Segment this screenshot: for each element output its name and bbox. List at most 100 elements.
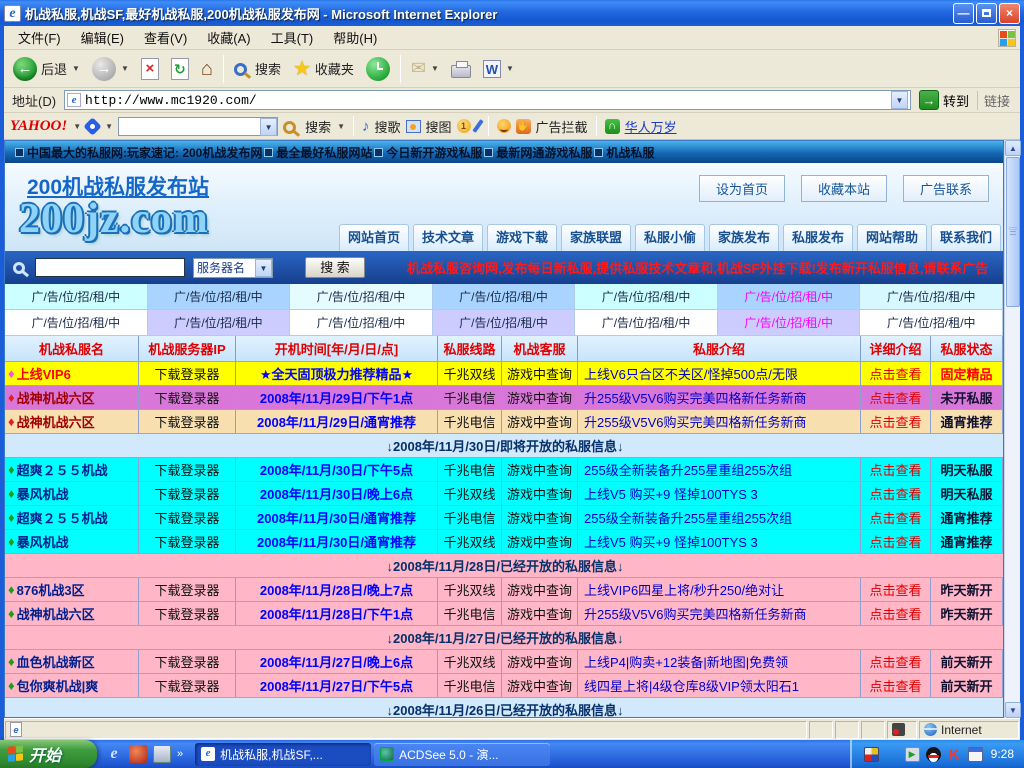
highlight-pen-icon[interactable] — [472, 119, 483, 133]
detail-link[interactable]: 点击查看 — [861, 458, 931, 481]
ad-slot[interactable]: 广/告/位/招/租/中 — [148, 284, 291, 310]
server-name-link[interactable]: 包你爽机战|爽 — [17, 676, 99, 695]
promo-link[interactable]: 华人万岁 — [625, 117, 677, 136]
download-launcher-link[interactable]: 下载登录器 — [139, 386, 236, 409]
vertical-scrollbar[interactable]: ▲ ▼ — [1004, 140, 1020, 718]
edit-dropdown-icon[interactable]: ▼ — [506, 64, 514, 73]
alert-bell-icon[interactable]: 1 — [457, 119, 471, 133]
server-name-link[interactable]: 超爽２５５机战 — [17, 508, 108, 527]
start-button[interactable]: 开始 — [0, 740, 97, 768]
tray-icon-scheduler[interactable] — [968, 747, 983, 762]
back-button[interactable]: ← 后退 ▼ — [8, 55, 85, 83]
address-input[interactable]: e http://www.mc1920.com/ ▼ — [64, 90, 911, 110]
download-launcher-link[interactable]: 下载登录器 — [139, 530, 236, 553]
tray-icon-qq[interactable] — [926, 747, 941, 762]
mail-dropdown-icon[interactable]: ▼ — [431, 64, 439, 73]
server-name-link[interactable]: 暴风机战 — [17, 484, 69, 503]
scroll-up-icon[interactable]: ▲ — [1005, 140, 1021, 156]
download-launcher-link[interactable]: 下载登录器 — [139, 650, 236, 673]
image-search-button[interactable]: 搜图 — [426, 117, 452, 136]
address-dropdown-icon[interactable]: ▼ — [891, 91, 908, 109]
ad-slot[interactable]: 广/告/位/招/租/中 — [5, 284, 148, 310]
ad-slot[interactable]: 广/告/位/招/租/中 — [290, 310, 433, 336]
yahoo-search-button[interactable]: 搜索 — [305, 117, 331, 136]
nav-tab[interactable]: 私服发布 — [783, 224, 853, 251]
menu-item[interactable]: 文件(F) — [8, 25, 71, 50]
ad-slot[interactable]: 广/告/位/招/租/中 — [718, 284, 861, 310]
assistant-dropdown-icon[interactable]: ▼ — [105, 122, 113, 131]
menu-item[interactable]: 收藏(A) — [197, 25, 260, 50]
taskbar-task-button[interactable]: e机战私服,机战SF,... — [195, 743, 371, 766]
quick-launch-player-icon[interactable] — [129, 745, 147, 763]
server-name-link[interactable]: 血色机战新区 — [17, 652, 95, 671]
server-name-link[interactable]: 876机战3区 — [17, 580, 85, 599]
detail-link[interactable]: 点击查看 — [861, 650, 931, 673]
server-search-input[interactable] — [35, 258, 185, 277]
marquee-link[interactable]: 今日新开游戏私服 — [372, 144, 482, 161]
tray-icon-kaspersky[interactable]: K — [947, 747, 962, 762]
maximize-button[interactable] — [976, 3, 997, 24]
close-button[interactable]: × — [999, 3, 1020, 24]
yahoo-dropdown-icon[interactable]: ▼ — [73, 122, 81, 131]
yahoo-search-dropdown-icon[interactable]: ▼ — [260, 118, 277, 136]
detail-link[interactable]: 点击查看 — [861, 578, 931, 601]
quick-launch-overflow-icon[interactable]: » — [177, 748, 183, 760]
detail-link[interactable]: 点击查看 — [861, 386, 931, 409]
mail-button[interactable]: ✉ ▼ — [406, 56, 444, 81]
minimize-button[interactable]: — — [953, 3, 974, 24]
download-launcher-link[interactable]: 下载登录器 — [139, 458, 236, 481]
scrollbar-track[interactable] — [1005, 308, 1020, 702]
header-action-button[interactable]: 设为首页 — [699, 175, 785, 202]
server-name-link[interactable]: 战神机战六区 — [17, 388, 95, 407]
site-logo[interactable]: 200jz.com — [19, 195, 209, 243]
marquee-link[interactable]: 机战私服 — [592, 144, 654, 161]
song-search-button[interactable]: 搜歌 — [375, 117, 401, 136]
header-action-button[interactable]: 收藏本站 — [801, 175, 887, 202]
menu-item[interactable]: 编辑(E) — [71, 25, 134, 50]
nav-tab[interactable]: 家族联盟 — [561, 224, 631, 251]
nav-tab[interactable]: 技术文章 — [413, 224, 483, 251]
history-button[interactable] — [361, 55, 395, 83]
ad-slot[interactable]: 广/告/位/招/租/中 — [5, 310, 148, 336]
server-name-link[interactable]: 上线VIP6 — [17, 364, 71, 383]
menu-item[interactable]: 查看(V) — [134, 25, 197, 50]
download-launcher-link[interactable]: 下载登录器 — [139, 674, 236, 697]
marquee-link[interactable]: 最新网通游戏私服 — [482, 144, 592, 161]
ad-slot[interactable]: 广/告/位/招/租/中 — [148, 310, 291, 336]
download-launcher-link[interactable]: 下载登录器 — [139, 482, 236, 505]
detail-link[interactable]: 点击查看 — [861, 674, 931, 697]
search-button[interactable]: 搜索 — [229, 57, 286, 80]
ad-slot[interactable]: 广/告/位/招/租/中 — [433, 284, 576, 310]
ad-slot[interactable]: 广/告/位/招/租/中 — [575, 310, 718, 336]
nav-tab[interactable]: 网站帮助 — [857, 224, 927, 251]
yahoo-logo[interactable]: YAHOO! — [10, 118, 67, 135]
smiley-icon[interactable] — [497, 119, 511, 133]
detail-link[interactable]: 点击查看 — [861, 530, 931, 553]
ad-slot[interactable]: 广/告/位/招/租/中 — [433, 310, 576, 336]
nav-tab[interactable]: 私服小偷 — [635, 224, 705, 251]
yahoo-search-more-icon[interactable]: ▼ — [337, 122, 345, 131]
yahoo-search-input[interactable]: ▼ — [118, 117, 278, 136]
forward-button[interactable]: → ▼ — [87, 55, 134, 83]
download-launcher-link[interactable]: 下载登录器 — [139, 602, 236, 625]
ad-slot[interactable]: 广/告/位/招/租/中 — [290, 284, 433, 310]
links-label[interactable]: 链接 — [977, 91, 1016, 110]
stop-button[interactable]: × — [136, 56, 164, 82]
ad-slot[interactable]: 广/告/位/招/租/中 — [860, 284, 1003, 310]
show-desktop-icon[interactable] — [153, 745, 171, 763]
search-type-dropdown-icon[interactable]: ▼ — [255, 259, 272, 277]
header-action-button[interactable]: 广告联系 — [903, 175, 989, 202]
download-launcher-link[interactable]: 下载登录器 — [139, 410, 236, 433]
ad-block-button[interactable]: 广告拦截 — [536, 117, 588, 136]
quick-launch-ie-icon[interactable]: e — [105, 745, 123, 763]
nav-tab[interactable]: 网站首页 — [339, 224, 409, 251]
detail-link[interactable]: 点击查看 — [861, 410, 931, 433]
edit-word-button[interactable]: W ▼ — [478, 58, 519, 80]
ad-slot[interactable]: 广/告/位/招/租/中 — [718, 310, 861, 336]
server-name-link[interactable]: 超爽２５５机战 — [17, 460, 108, 479]
marquee-link[interactable]: 最全最好私服网站 — [262, 144, 372, 161]
print-button[interactable] — [446, 57, 476, 80]
ad-slot[interactable]: 广/告/位/招/租/中 — [575, 284, 718, 310]
tray-icon-player[interactable]: ▶ — [905, 747, 920, 762]
home-button[interactable]: ⌂ — [196, 56, 218, 82]
